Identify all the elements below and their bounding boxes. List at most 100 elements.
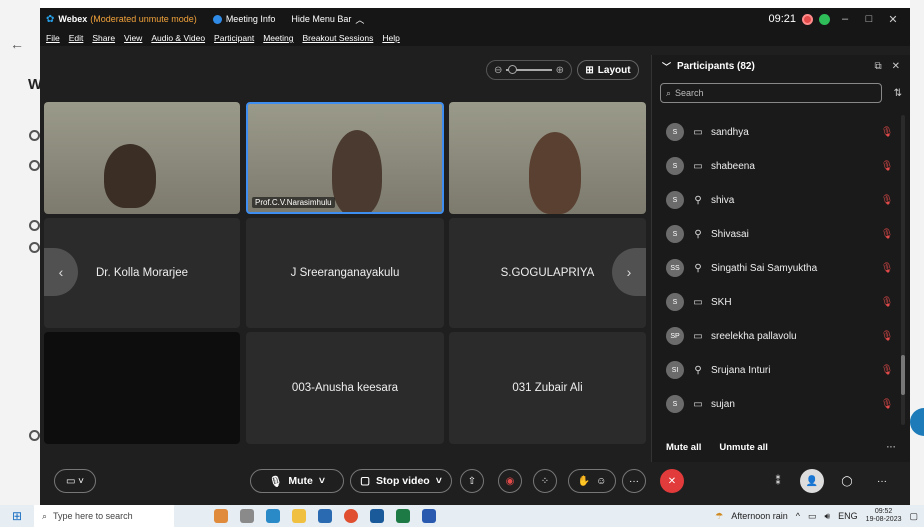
file-explorer-icon[interactable] — [292, 509, 306, 523]
language-indicator[interactable]: ENG — [838, 511, 858, 521]
menu-edit[interactable]: Edit — [69, 33, 84, 43]
unmute-all-button[interactable]: Unmute all — [719, 442, 768, 453]
record-button[interactable]: ◉ — [498, 469, 522, 493]
layout-button[interactable]: ⊞ Layout — [577, 60, 639, 80]
share-button[interactable]: ⇧ — [460, 469, 484, 493]
participant-list-item[interactable]: S ▭ shabeena 🎙︎ — [652, 149, 900, 183]
muted-microphone-icon[interactable]: 🎙︎ — [874, 331, 900, 342]
taskbar-search-input[interactable]: ⌕ Type here to search — [34, 505, 174, 527]
hide-menu-bar-button[interactable]: Hide Menu Bar ︿ — [291, 13, 364, 26]
video-tile-active-speaker[interactable]: Prof.C.V.Narasimhulu — [246, 102, 444, 214]
participant-tile-name: 003-Anusha keesara — [291, 382, 399, 394]
recording-icon[interactable] — [802, 13, 813, 25]
captions-button[interactable]: ▭ ˅ — [54, 469, 96, 493]
muted-microphone-icon[interactable]: 🎙︎ — [874, 195, 900, 206]
edge-icon[interactable] — [266, 509, 280, 523]
webex-taskbar-icon[interactable] — [370, 509, 384, 523]
share-icon: ⇧ — [467, 475, 477, 487]
muted-microphone-icon[interactable]: 🎙︎ — [874, 399, 900, 410]
stop-video-button[interactable]: ▢ Stop video ˅ — [350, 469, 452, 493]
chrome-icon[interactable] — [344, 509, 358, 523]
captions-icon: ▭ ˅ — [65, 475, 85, 487]
participant-list-item[interactable]: S ▭ sujan 🎙︎ — [652, 387, 900, 421]
background-sidebar-icon — [29, 430, 40, 441]
participant-list-item[interactable]: S ▭ SKH 🎙︎ — [652, 285, 900, 319]
muted-microphone-icon[interactable]: 🎙︎ — [874, 229, 900, 240]
participant-tile[interactable]: J Sreeranganayakulu — [246, 218, 444, 328]
participants-toggle-button[interactable]: 👤 — [800, 469, 824, 493]
more-icon: ··· — [629, 475, 639, 487]
breakout-button[interactable]: ⁑ — [766, 469, 790, 493]
task-view-icon[interactable] — [240, 509, 254, 523]
system-clock[interactable]: 09:52 19-08-2023 — [866, 508, 902, 524]
participants-footer: Mute all Unmute all ··· — [652, 432, 910, 462]
participant-list-item[interactable]: SS ⚲ Singathi Sai Samyuktha 🎙︎ — [652, 251, 900, 285]
popout-icon[interactable]: ⧉ — [874, 61, 881, 72]
mute-all-button[interactable]: Mute all — [666, 442, 701, 453]
more-button[interactable]: ··· — [622, 469, 646, 493]
more-options-icon[interactable]: ··· — [887, 442, 897, 453]
background-floating-button[interactable] — [910, 408, 924, 436]
app-name: Webex — [58, 14, 88, 24]
sort-icon[interactable]: ⇅ — [882, 88, 902, 99]
mail-icon[interactable] — [318, 509, 332, 523]
layout-grid-icon: ⊞ — [585, 64, 594, 76]
record-icon: ◉ — [505, 475, 515, 487]
apps-button[interactable]: ⁘ — [533, 469, 557, 493]
volume-icon[interactable]: 🔊︎ — [824, 511, 830, 522]
back-arrow-icon[interactable]: ← — [10, 36, 24, 52]
zoom-slider[interactable]: ⊖ ⊕ — [486, 60, 572, 80]
weather-text[interactable]: Afternoon rain — [731, 511, 788, 521]
network-icon[interactable]: ▭ — [808, 511, 817, 522]
video-tile[interactable] — [449, 102, 646, 214]
muted-microphone-icon[interactable]: 🎙︎ — [874, 127, 900, 138]
participant-list-item[interactable]: S ⚲ shiva 🎙︎ — [652, 183, 900, 217]
taskbar-app-icon[interactable] — [214, 509, 228, 523]
end-call-button[interactable]: ✕ — [660, 469, 684, 493]
notifications-icon[interactable]: ▢ — [909, 511, 918, 522]
participant-list-scrollbar[interactable] — [901, 115, 905, 425]
muted-microphone-icon[interactable]: 🎙︎ — [874, 161, 900, 172]
avatar: S — [666, 293, 684, 311]
chat-button[interactable]: ◯ — [835, 469, 859, 493]
tray-chevron-icon[interactable]: ^ — [796, 511, 800, 521]
participant-list-item[interactable]: S ⚲ Shivasai 🎙︎ — [652, 217, 900, 251]
participant-list-item[interactable]: SP ▭ sreelekha pallavolu 🎙︎ — [652, 319, 900, 353]
participant-list-item[interactable]: SI ⚲ Srujana Inturi 🎙︎ — [652, 353, 900, 387]
participant-tile[interactable]: 003-Anusha keesara — [246, 332, 444, 444]
maximize-icon[interactable]: □ — [860, 13, 878, 25]
menu-audio-video[interactable]: Audio & Video — [151, 33, 205, 43]
participant-search-input[interactable]: ⌕ Search — [660, 83, 882, 103]
close-panel-icon[interactable]: ✕ — [892, 61, 900, 72]
microphone-icon: 🎙︎ — [269, 475, 283, 488]
info-icon — [212, 14, 222, 24]
video-tile[interactable] — [44, 102, 240, 214]
muted-microphone-icon[interactable]: 🎙︎ — [874, 263, 900, 274]
menu-meeting[interactable]: Meeting — [263, 33, 293, 43]
menu-participant[interactable]: Participant — [214, 33, 254, 43]
connection-status-icon[interactable] — [819, 13, 830, 25]
meeting-info-button[interactable]: Meeting Info — [212, 14, 275, 24]
menu-breakout-sessions[interactable]: Breakout Sessions — [302, 33, 373, 43]
participant-tile[interactable]: 031 Zubair Ali — [449, 332, 646, 444]
menu-file[interactable]: File — [46, 33, 60, 43]
search-placeholder: Search — [675, 88, 704, 98]
more-panels-button[interactable]: ··· — [870, 469, 894, 493]
collapse-chevron-icon[interactable]: ﹀ — [662, 60, 671, 73]
reactions-button[interactable]: ✋ ☺ — [568, 469, 616, 493]
close-icon[interactable]: ✕ — [884, 13, 902, 26]
zoom-out-icon[interactable]: ⊖ — [494, 65, 502, 76]
menu-help[interactable]: Help — [382, 33, 399, 43]
muted-microphone-icon[interactable]: 🎙︎ — [874, 365, 900, 376]
menu-view[interactable]: View — [124, 33, 142, 43]
windows-start-icon[interactable]: ⊞ — [0, 509, 34, 523]
menu-share[interactable]: Share — [92, 33, 115, 43]
mute-button[interactable]: 🎙︎ Mute ˅ — [250, 469, 344, 493]
word-icon[interactable] — [422, 509, 436, 523]
minimize-icon[interactable]: – — [836, 13, 854, 25]
participant-tile-empty[interactable] — [44, 332, 240, 444]
participant-list-item[interactable]: S ▭ sandhya 🎙︎ — [652, 115, 900, 149]
zoom-in-icon[interactable]: ⊕ — [556, 65, 564, 76]
muted-microphone-icon[interactable]: 🎙︎ — [874, 297, 900, 308]
excel-icon[interactable] — [396, 509, 410, 523]
